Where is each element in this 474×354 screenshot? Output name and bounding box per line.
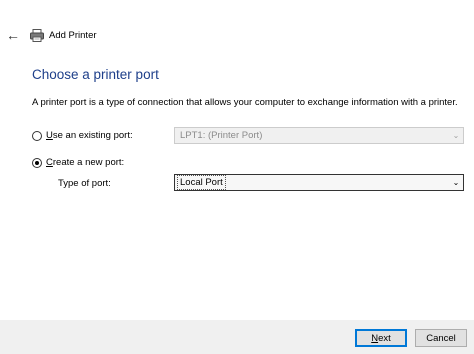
page-heading: Choose a printer port (32, 67, 159, 82)
port-type-value: Local Port (177, 175, 226, 190)
chevron-down-icon[interactable]: ⌄ (449, 175, 463, 190)
existing-port-option[interactable]: Use an existing port: (32, 130, 133, 141)
new-port-label[interactable]: Create a new port: (46, 157, 124, 168)
next-button[interactable]: Next (355, 329, 407, 347)
printer-icon (30, 29, 44, 42)
port-type-label: Type of port: (58, 178, 111, 189)
port-type-dropdown[interactable]: Local Port ⌄ (174, 174, 464, 191)
existing-port-value: LPT1: (Printer Port) (180, 130, 263, 141)
existing-port-dropdown: LPT1: (Printer Port) ⌄ (174, 127, 464, 144)
chevron-down-icon: ⌄ (452, 131, 460, 140)
existing-port-radio[interactable] (32, 130, 42, 141)
back-arrow-icon[interactable]: ← (6, 28, 20, 42)
new-port-radio[interactable] (32, 157, 42, 168)
new-port-option[interactable]: Create a new port: (32, 157, 124, 168)
window-title: Add Printer (49, 30, 97, 41)
cancel-button[interactable]: Cancel (415, 329, 467, 347)
existing-port-label[interactable]: Use an existing port: (46, 130, 133, 141)
description-text: A printer port is a type of connection t… (32, 97, 458, 108)
